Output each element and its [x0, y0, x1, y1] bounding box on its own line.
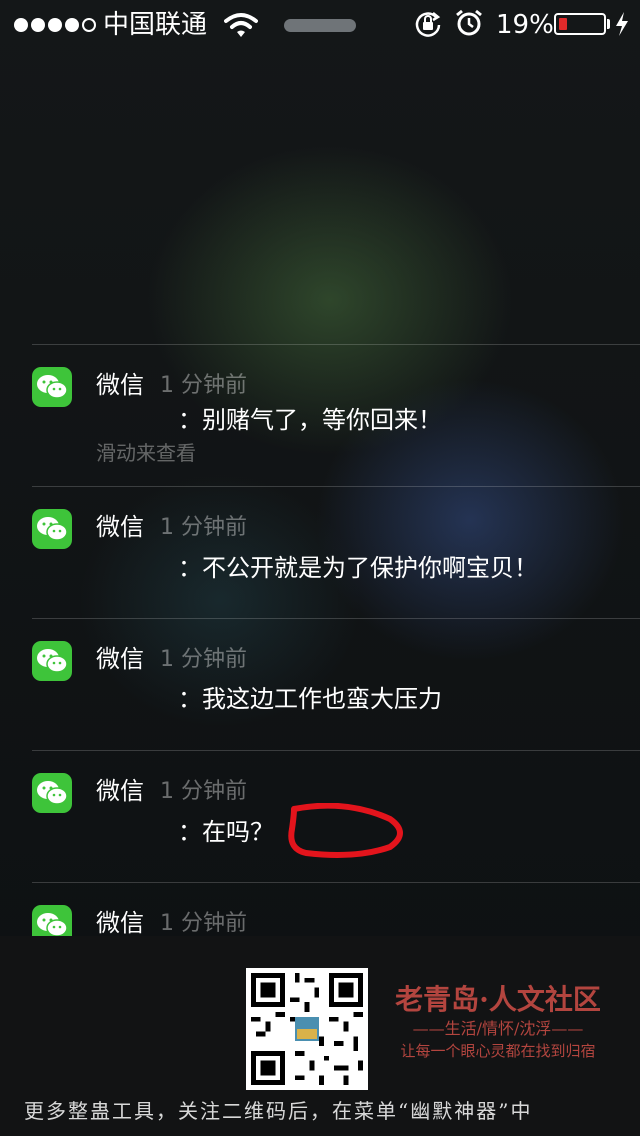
notification-message: ：在吗？ — [178, 818, 274, 846]
battery-level-fill — [559, 18, 567, 30]
notification-time: 1 分钟前 — [160, 373, 247, 398]
notification-message: ：不公开就是为了保护你啊宝贝！ — [178, 554, 538, 582]
wifi-icon — [224, 12, 258, 42]
brand-tagline: 让每一个眼心灵都在找到归宿 — [400, 1042, 596, 1060]
slide-to-view-hint: 滑动来查看 — [96, 441, 196, 465]
brand-logo: 老青岛·人文社区 ——生活/情怀/沈浮—— 让每一个眼心灵都在找到归宿 — [384, 982, 612, 1062]
footer-caption: 更多整蛊工具，关注二维码后，在菜单“幽默神器”中 — [24, 1099, 533, 1123]
carrier-name: 中国联通 — [103, 10, 208, 40]
notification-time: 1 分钟前 — [160, 779, 247, 804]
notification-item[interactable]: 微信 1 分钟前 ：我这边工作也蛮大压力 — [0, 619, 640, 749]
battery-icon — [554, 13, 606, 35]
signal-strength-icon — [14, 18, 96, 32]
red-circle-annotation — [286, 802, 408, 863]
alarm-icon — [454, 8, 484, 42]
pull-down-handle[interactable] — [284, 19, 356, 32]
qr-code-image — [246, 968, 368, 1090]
battery-percentage: 19% — [496, 10, 554, 40]
wechat-icon — [32, 641, 72, 681]
notification-item[interactable]: 微信 1 分钟前 ：不公开就是为了保护你啊宝贝！ — [0, 487, 640, 617]
notification-item[interactable]: 微信 1 分钟前 ：别赌气了，等你回来！ 滑动来查看 — [0, 345, 640, 485]
charging-bolt-icon — [614, 12, 630, 40]
app-name: 微信 — [96, 777, 144, 805]
notification-item[interactable]: 微信 1 分钟前 — [0, 883, 640, 936]
notification-message: ：别赌气了，等你回来！ — [178, 406, 442, 434]
app-name: 微信 — [96, 645, 144, 673]
wechat-icon — [32, 905, 72, 936]
notification-time: 1 分钟前 — [160, 515, 247, 540]
app-name: 微信 — [96, 371, 144, 399]
brand-subtitle: ——生活/情怀/沈浮—— — [412, 1019, 584, 1038]
rotation-lock-icon — [414, 9, 442, 41]
wechat-icon — [32, 773, 72, 813]
notification-time: 1 分钟前 — [160, 647, 247, 672]
wechat-icon — [32, 509, 72, 549]
app-name: 微信 — [96, 513, 144, 541]
wechat-icon — [32, 367, 72, 407]
app-name: 微信 — [96, 909, 144, 936]
notification-time: 1 分钟前 — [160, 911, 247, 936]
status-bar: 中国联通 19% — [0, 0, 640, 50]
brand-title: 老青岛·人文社区 — [395, 983, 601, 1016]
watermark-panel: 老青岛·人文社区 ——生活/情怀/沈浮—— 让每一个眼心灵都在找到归宿 更多整蛊… — [0, 936, 640, 1136]
notification-message: ：我这边工作也蛮大压力 — [178, 685, 442, 713]
